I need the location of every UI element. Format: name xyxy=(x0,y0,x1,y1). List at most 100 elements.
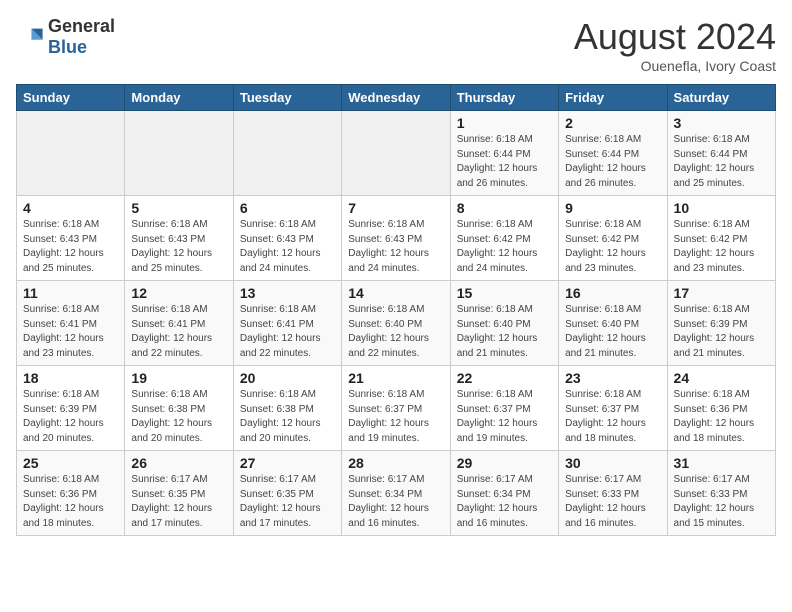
day-number: 14 xyxy=(348,285,443,301)
day-info: Sunrise: 6:18 AM Sunset: 6:43 PM Dayligh… xyxy=(131,218,226,276)
calendar-cell: 14 Sunrise: 6:18 AM Sunset: 6:40 PM Dayli… xyxy=(342,281,450,366)
day-number: 22 xyxy=(457,370,552,386)
calendar-cell: 5 Sunrise: 6:18 AM Sunset: 6:43 PM Daylig… xyxy=(125,196,233,281)
header-day-sunday: Sunday xyxy=(17,85,125,111)
calendar-cell: 25 Sunrise: 6:18 AM Sunset: 6:36 PM Dayli… xyxy=(17,451,125,536)
day-number: 17 xyxy=(674,285,769,301)
day-info: Sunrise: 6:18 AM Sunset: 6:37 PM Dayligh… xyxy=(457,388,552,446)
day-info: Sunrise: 6:18 AM Sunset: 6:43 PM Dayligh… xyxy=(348,218,443,276)
calendar-week-5: 25 Sunrise: 6:18 AM Sunset: 6:36 PM Dayli… xyxy=(17,451,776,536)
logo: General Blue xyxy=(16,16,115,58)
day-info: Sunrise: 6:18 AM Sunset: 6:39 PM Dayligh… xyxy=(674,303,769,361)
day-number: 28 xyxy=(348,455,443,471)
calendar-header-row: SundayMondayTuesdayWednesdayThursdayFrid… xyxy=(17,85,776,111)
day-info: Sunrise: 6:18 AM Sunset: 6:42 PM Dayligh… xyxy=(674,218,769,276)
day-info: Sunrise: 6:18 AM Sunset: 6:42 PM Dayligh… xyxy=(457,218,552,276)
calendar-body: 1 Sunrise: 6:18 AM Sunset: 6:44 PM Daylig… xyxy=(17,111,776,536)
day-number: 6 xyxy=(240,200,335,216)
calendar-cell: 26 Sunrise: 6:17 AM Sunset: 6:35 PM Dayli… xyxy=(125,451,233,536)
day-number: 26 xyxy=(131,455,226,471)
calendar-cell: 12Sunrise: 6:18 AM Sunset: 6:41 PM Dayli… xyxy=(125,281,233,366)
day-number: 7 xyxy=(348,200,443,216)
day-number: 25 xyxy=(23,455,118,471)
day-info: Sunrise: 6:18 AM Sunset: 6:38 PM Dayligh… xyxy=(131,388,226,446)
day-info: Sunrise: 6:17 AM Sunset: 6:34 PM Dayligh… xyxy=(457,473,552,531)
day-info: Sunrise: 6:18 AM Sunset: 6:44 PM Dayligh… xyxy=(457,133,552,191)
day-info: Sunrise: 6:18 AM Sunset: 6:42 PM Dayligh… xyxy=(565,218,660,276)
day-number: 11 xyxy=(23,285,118,301)
calendar-week-2: 4 Sunrise: 6:18 AM Sunset: 6:43 PM Daylig… xyxy=(17,196,776,281)
calendar-week-3: 11 Sunrise: 6:18 AM Sunset: 6:41 PM Dayli… xyxy=(17,281,776,366)
day-info: Sunrise: 6:18 AM Sunset: 6:40 PM Dayligh… xyxy=(457,303,552,361)
calendar-cell: 20 Sunrise: 6:18 AM Sunset: 6:38 PM Dayli… xyxy=(233,366,341,451)
day-number: 8 xyxy=(457,200,552,216)
calendar-cell: 6Sunrise: 6:18 AM Sunset: 6:43 PM Daylig… xyxy=(233,196,341,281)
day-number: 21 xyxy=(348,370,443,386)
day-info: Sunrise: 6:18 AM Sunset: 6:40 PM Dayligh… xyxy=(565,303,660,361)
calendar-cell: 4 Sunrise: 6:18 AM Sunset: 6:43 PM Daylig… xyxy=(17,196,125,281)
title-block: August 2024 Ouenefla, Ivory Coast xyxy=(574,16,776,74)
month-title: August 2024 xyxy=(574,16,776,58)
day-info: Sunrise: 6:17 AM Sunset: 6:34 PM Dayligh… xyxy=(348,473,443,531)
calendar-cell: 21 Sunrise: 6:18 AM Sunset: 6:37 PM Dayli… xyxy=(342,366,450,451)
day-info: Sunrise: 6:18 AM Sunset: 6:44 PM Dayligh… xyxy=(674,133,769,191)
logo-general-text: General xyxy=(48,16,115,36)
calendar-cell: 9Sunrise: 6:18 AM Sunset: 6:42 PM Daylig… xyxy=(559,196,667,281)
header-day-saturday: Saturday xyxy=(667,85,775,111)
calendar-cell: 22 Sunrise: 6:18 AM Sunset: 6:37 PM Dayli… xyxy=(450,366,558,451)
day-number: 3 xyxy=(674,115,769,131)
calendar-cell xyxy=(17,111,125,196)
day-number: 30 xyxy=(565,455,660,471)
calendar-cell: 27Sunrise: 6:17 AM Sunset: 6:35 PM Dayli… xyxy=(233,451,341,536)
day-info: Sunrise: 6:18 AM Sunset: 6:43 PM Dayligh… xyxy=(23,218,118,276)
day-info: Sunrise: 6:18 AM Sunset: 6:38 PM Dayligh… xyxy=(240,388,335,446)
day-info: Sunrise: 6:18 AM Sunset: 6:36 PM Dayligh… xyxy=(23,473,118,531)
header-day-thursday: Thursday xyxy=(450,85,558,111)
calendar-cell: 1 Sunrise: 6:18 AM Sunset: 6:44 PM Daylig… xyxy=(450,111,558,196)
day-number: 24 xyxy=(674,370,769,386)
day-info: Sunrise: 6:18 AM Sunset: 6:37 PM Dayligh… xyxy=(348,388,443,446)
day-number: 23 xyxy=(565,370,660,386)
day-info: Sunrise: 6:18 AM Sunset: 6:41 PM Dayligh… xyxy=(23,303,118,361)
day-number: 5 xyxy=(131,200,226,216)
calendar-cell: 11 Sunrise: 6:18 AM Sunset: 6:41 PM Dayli… xyxy=(17,281,125,366)
day-number: 16 xyxy=(565,285,660,301)
day-number: 1 xyxy=(457,115,552,131)
page-header: General Blue August 2024 Ouenefla, Ivory… xyxy=(16,16,776,74)
calendar-cell: 17 Sunrise: 6:18 AM Sunset: 6:39 PM Dayli… xyxy=(667,281,775,366)
calendar-cell: 8 Sunrise: 6:18 AM Sunset: 6:42 PM Daylig… xyxy=(450,196,558,281)
calendar-cell xyxy=(233,111,341,196)
day-info: Sunrise: 6:18 AM Sunset: 6:41 PM Dayligh… xyxy=(240,303,335,361)
calendar-cell: 16 Sunrise: 6:18 AM Sunset: 6:40 PM Dayli… xyxy=(559,281,667,366)
day-number: 20 xyxy=(240,370,335,386)
calendar-cell: 29Sunrise: 6:17 AM Sunset: 6:34 PM Dayli… xyxy=(450,451,558,536)
location-subtitle: Ouenefla, Ivory Coast xyxy=(574,58,776,74)
calendar-cell: 18 Sunrise: 6:18 AM Sunset: 6:39 PM Dayli… xyxy=(17,366,125,451)
calendar-cell: 2Sunrise: 6:18 AM Sunset: 6:44 PM Daylig… xyxy=(559,111,667,196)
calendar-cell: 7 Sunrise: 6:18 AM Sunset: 6:43 PM Daylig… xyxy=(342,196,450,281)
calendar-table: SundayMondayTuesdayWednesdayThursdayFrid… xyxy=(16,84,776,536)
calendar-cell xyxy=(125,111,233,196)
day-info: Sunrise: 6:17 AM Sunset: 6:35 PM Dayligh… xyxy=(131,473,226,531)
day-number: 18 xyxy=(23,370,118,386)
logo-blue-text: Blue xyxy=(48,37,87,57)
calendar-cell: 31Sunrise: 6:17 AM Sunset: 6:33 PM Dayli… xyxy=(667,451,775,536)
day-number: 10 xyxy=(674,200,769,216)
calendar-cell: 10 Sunrise: 6:18 AM Sunset: 6:42 PM Dayli… xyxy=(667,196,775,281)
calendar-cell: 13 Sunrise: 6:18 AM Sunset: 6:41 PM Dayli… xyxy=(233,281,341,366)
calendar-cell: 24 Sunrise: 6:18 AM Sunset: 6:36 PM Dayli… xyxy=(667,366,775,451)
day-number: 15 xyxy=(457,285,552,301)
day-number: 2 xyxy=(565,115,660,131)
calendar-cell: 28 Sunrise: 6:17 AM Sunset: 6:34 PM Dayli… xyxy=(342,451,450,536)
day-info: Sunrise: 6:17 AM Sunset: 6:33 PM Dayligh… xyxy=(674,473,769,531)
day-info: Sunrise: 6:18 AM Sunset: 6:39 PM Dayligh… xyxy=(23,388,118,446)
day-info: Sunrise: 6:18 AM Sunset: 6:40 PM Dayligh… xyxy=(348,303,443,361)
day-number: 13 xyxy=(240,285,335,301)
day-number: 4 xyxy=(23,200,118,216)
day-info: Sunrise: 6:18 AM Sunset: 6:37 PM Dayligh… xyxy=(565,388,660,446)
day-number: 19 xyxy=(131,370,226,386)
calendar-cell: 23 Sunrise: 6:18 AM Sunset: 6:37 PM Dayli… xyxy=(559,366,667,451)
calendar-cell: 30Sunrise: 6:17 AM Sunset: 6:33 PM Dayli… xyxy=(559,451,667,536)
day-info: Sunrise: 6:18 AM Sunset: 6:36 PM Dayligh… xyxy=(674,388,769,446)
header-day-wednesday: Wednesday xyxy=(342,85,450,111)
